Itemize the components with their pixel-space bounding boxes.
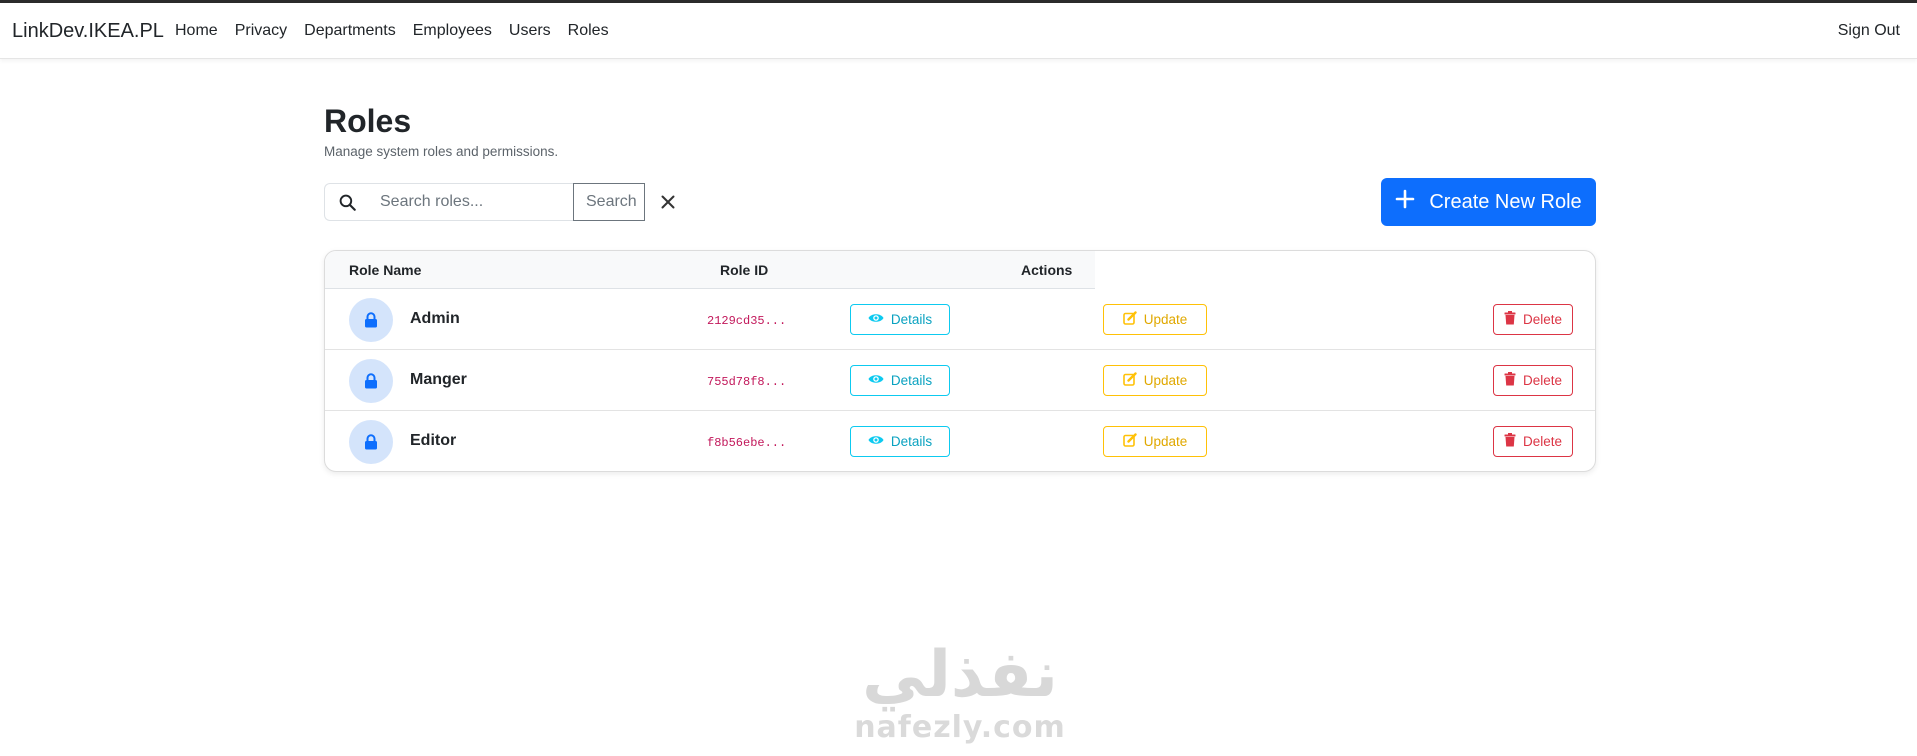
- trash-icon: [1504, 433, 1516, 450]
- trash-icon: [1504, 311, 1516, 328]
- roles-table: Role Name Role ID Actions Admin 2129cd35…: [324, 250, 1596, 472]
- update-label: Update: [1143, 434, 1188, 449]
- search-button[interactable]: Search: [573, 183, 645, 221]
- nav-link-roles[interactable]: Roles: [568, 22, 609, 40]
- edit-icon: [1122, 433, 1137, 450]
- edit-icon: [1122, 372, 1137, 389]
- role-name: Admin: [410, 310, 460, 327]
- eye-icon: [868, 373, 884, 388]
- delete-button[interactable]: Delete: [1493, 426, 1573, 457]
- search-group: Search: [324, 183, 645, 221]
- lock-icon: [349, 420, 393, 464]
- table-row: Admin 2129cd35... Details Update Delete: [325, 289, 1595, 350]
- delete-label: Delete: [1522, 373, 1563, 388]
- details-label: Details: [890, 312, 933, 327]
- close-icon[interactable]: [657, 189, 679, 215]
- nav-link-employees[interactable]: Employees: [413, 22, 492, 40]
- table-row: Manger 755d78f8... Details Update Delete: [325, 350, 1595, 411]
- update-label: Update: [1143, 312, 1188, 327]
- table-row: Editor f8b56ebe... Details Update Delete: [325, 411, 1595, 471]
- details-label: Details: [890, 373, 933, 388]
- page-title: Roles: [324, 103, 412, 139]
- delete-button[interactable]: Delete: [1493, 304, 1573, 335]
- update-label: Update: [1143, 373, 1188, 388]
- create-new-role-label: Create New Role: [1429, 190, 1582, 213]
- update-button[interactable]: Update: [1103, 304, 1207, 335]
- role-id: 2129cd35...: [707, 314, 787, 328]
- details-button[interactable]: Details: [850, 365, 950, 396]
- details-button[interactable]: Details: [850, 304, 950, 335]
- watermark-arabic: نفذلي: [862, 638, 1058, 712]
- header-actions: Actions: [1021, 262, 1073, 278]
- role-name: Editor: [410, 432, 457, 449]
- nav-link-users[interactable]: Users: [509, 22, 551, 40]
- header-role-id: Role ID: [720, 262, 769, 278]
- search-input[interactable]: [370, 183, 573, 221]
- role-id: 755d78f8...: [707, 375, 787, 389]
- nav-links: Home Privacy Departments Employees Users…: [175, 22, 609, 40]
- eye-icon: [868, 312, 884, 327]
- nav-link-privacy[interactable]: Privacy: [235, 22, 287, 40]
- plus-icon: [1395, 189, 1415, 215]
- create-new-role-button[interactable]: Create New Role: [1381, 178, 1596, 226]
- update-button[interactable]: Update: [1103, 365, 1207, 396]
- search-icon: [324, 183, 370, 221]
- role-id: f8b56ebe...: [707, 436, 787, 450]
- sign-out-link[interactable]: Sign Out: [1838, 22, 1900, 40]
- eye-icon: [868, 434, 884, 449]
- page-subtitle: Manage system roles and permissions.: [324, 144, 559, 159]
- delete-label: Delete: [1522, 312, 1563, 327]
- nav-link-home[interactable]: Home: [175, 22, 218, 40]
- role-name: Manger: [410, 371, 467, 388]
- delete-button[interactable]: Delete: [1493, 365, 1573, 396]
- navbar: LinkDev.IKEA.PL Home Privacy Departments…: [0, 3, 1917, 59]
- watermark: نفذلي nafezly.com: [850, 640, 1070, 745]
- details-button[interactable]: Details: [850, 426, 950, 457]
- trash-icon: [1504, 372, 1516, 389]
- edit-icon: [1122, 311, 1137, 328]
- details-label: Details: [890, 434, 933, 449]
- lock-icon: [349, 359, 393, 403]
- update-button[interactable]: Update: [1103, 426, 1207, 457]
- brand-link[interactable]: LinkDev.IKEA.PL: [12, 20, 164, 43]
- header-role-name: Role Name: [349, 262, 422, 278]
- nav-link-departments[interactable]: Departments: [304, 22, 396, 40]
- delete-label: Delete: [1522, 434, 1563, 449]
- lock-icon: [349, 298, 393, 342]
- table-header: Role Name Role ID Actions: [325, 251, 1095, 289]
- watermark-latin: nafezly.com: [854, 710, 1066, 745]
